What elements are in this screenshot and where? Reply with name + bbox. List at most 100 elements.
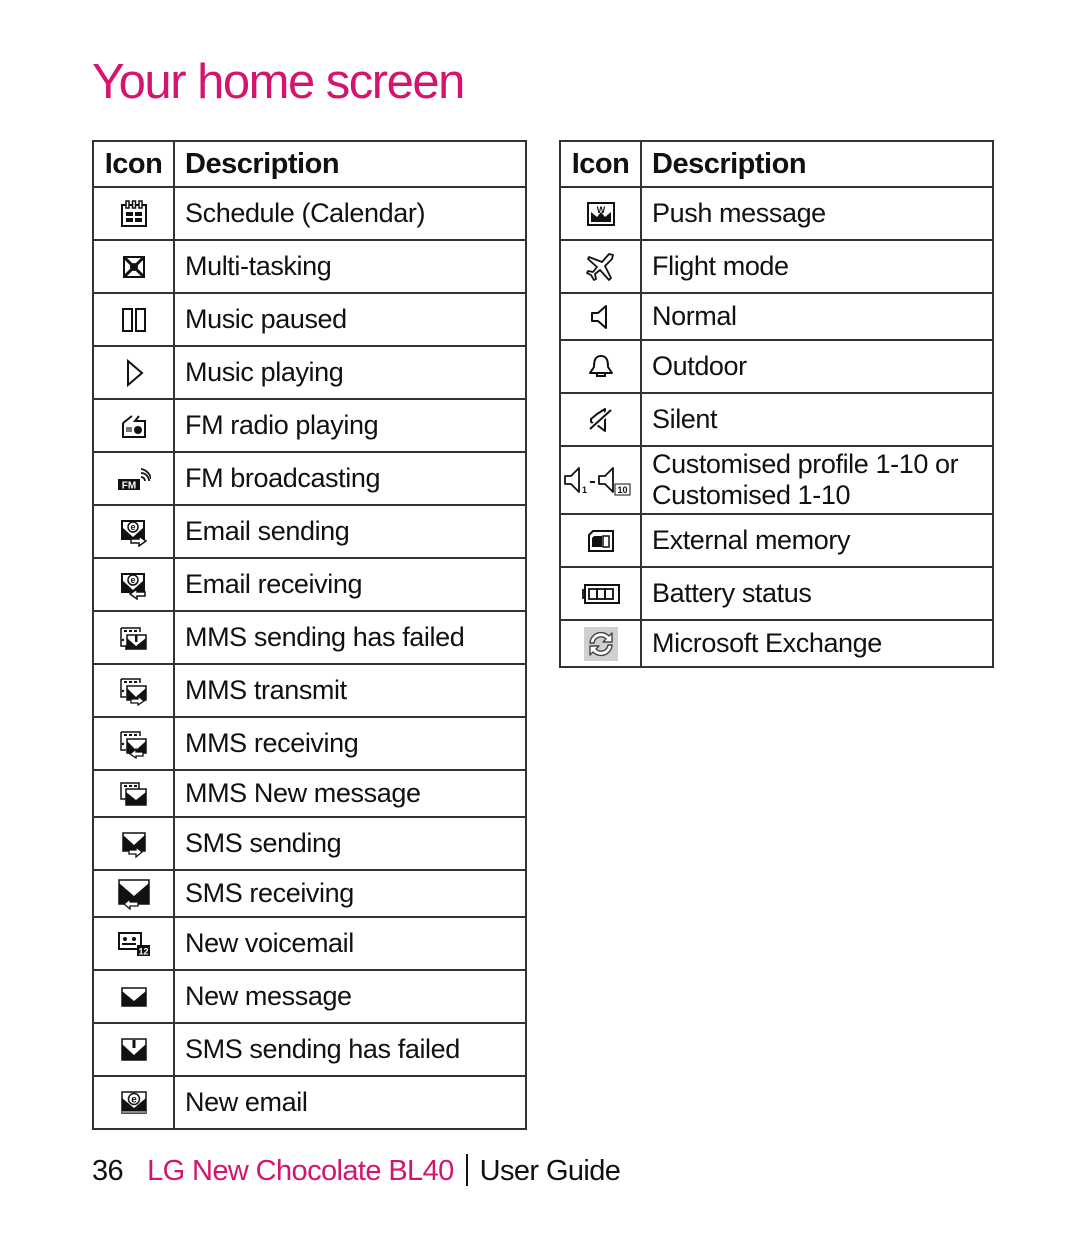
mms-receive-icon: [119, 730, 147, 759]
table-row: MMS sending has failed: [92, 610, 527, 665]
table-row: 12 New voicemail: [92, 916, 527, 971]
row-description: Schedule (Calendar): [173, 186, 527, 241]
row-description: Outdoor: [640, 339, 994, 394]
page-number: 36: [92, 1155, 124, 1187]
speaker-muted-icon: [587, 407, 613, 432]
new-email-icon: e: [120, 1090, 147, 1114]
bell-icon: [588, 354, 613, 377]
radio-icon: [121, 414, 146, 438]
header-description: Description: [640, 140, 994, 188]
table-row: e Email receiving: [92, 557, 527, 612]
footer-separator: [465, 1154, 468, 1186]
sync-icon: [583, 626, 618, 661]
row-description: New message: [173, 969, 527, 1024]
table-row: Battery status: [559, 566, 994, 621]
row-description: Battery status: [640, 566, 994, 621]
table-row: SMS sending has failed: [92, 1022, 527, 1077]
table-row: FM FM broadcasting: [92, 451, 527, 506]
push-message-icon: W: [586, 201, 615, 226]
icon-table-right: Icon Description W Push message Flight m…: [559, 140, 994, 668]
row-description: SMS sending has failed: [173, 1022, 527, 1077]
table-header: Icon Description: [559, 140, 994, 188]
guide-label: User Guide: [479, 1155, 621, 1187]
battery-icon: [581, 583, 620, 604]
svg-text:1: 1: [582, 485, 587, 495]
table-row: External memory: [559, 513, 994, 568]
row-description: Email sending: [173, 504, 527, 559]
row-description: Multi-tasking: [173, 239, 527, 294]
sms-send-icon: [121, 831, 146, 858]
row-description: Push message: [640, 186, 994, 241]
table-row: MMS receiving: [92, 716, 527, 771]
header-description: Description: [173, 140, 527, 188]
row-description: External memory: [640, 513, 994, 568]
row-description: Normal: [640, 292, 994, 341]
table-row: Outdoor: [559, 339, 994, 394]
table-row: Silent: [559, 392, 994, 447]
table-row: Microsoft Exchange: [559, 619, 994, 668]
svg-text:W: W: [596, 205, 605, 215]
table-row: Normal: [559, 292, 994, 341]
mms-transmit-icon: [119, 677, 147, 706]
svg-text:e: e: [130, 575, 135, 585]
row-description: Music paused: [173, 292, 527, 347]
table-header: Icon Description: [92, 140, 527, 188]
svg-text:e: e: [130, 522, 135, 532]
speaker-icon: [590, 304, 607, 329]
row-description: Email receiving: [173, 557, 527, 612]
multitasking-icon: [122, 255, 145, 278]
sms-failed-icon: [120, 1037, 147, 1061]
voicemail-icon: 12: [117, 931, 150, 956]
row-description: SMS sending: [173, 816, 527, 871]
header-icon: Icon: [559, 140, 642, 188]
row-description: FM broadcasting: [173, 451, 527, 506]
svg-text:FM: FM: [121, 480, 135, 491]
table-row: Schedule (Calendar): [92, 186, 527, 241]
page-footer: 36 LG New Chocolate BL40 User Guide: [92, 1154, 621, 1188]
svg-text:10: 10: [617, 485, 627, 495]
row-description: Flight mode: [640, 239, 994, 294]
row-description: MMS transmit: [173, 663, 527, 718]
page-title: Your home screen: [92, 55, 465, 109]
table-row: e New email: [92, 1075, 527, 1130]
row-description: New email: [173, 1075, 527, 1130]
table-row: FM radio playing: [92, 398, 527, 453]
table-row: SMS sending: [92, 816, 527, 871]
product-name: LG New Chocolate BL40: [147, 1155, 454, 1187]
custom-profile-icon: 1 10: [563, 467, 630, 496]
table-row: Multi-tasking: [92, 239, 527, 294]
row-description: Microsoft Exchange: [640, 619, 994, 668]
row-description: Customised profile 1-10 or Customised 1-…: [640, 445, 994, 515]
row-description: SMS receiving: [173, 869, 527, 918]
email-receive-icon: e: [120, 572, 146, 600]
row-description: MMS New message: [173, 769, 527, 818]
new-message-icon: [120, 986, 147, 1007]
table-row: Music playing: [92, 345, 527, 400]
row-description: Music playing: [173, 345, 527, 400]
play-icon: [126, 358, 144, 387]
row-description: MMS receiving: [173, 716, 527, 771]
row-description: FM radio playing: [173, 398, 527, 453]
mms-new-icon: [119, 781, 147, 806]
table-row: SMS receiving: [92, 869, 527, 918]
header-icon: Icon: [92, 140, 175, 188]
airplane-icon: [585, 252, 614, 281]
fm-broadcast-icon: FM: [117, 467, 151, 491]
memory-card-icon: [587, 529, 614, 552]
row-description: MMS sending has failed: [173, 610, 527, 665]
sms-receive-icon: [117, 878, 150, 910]
table-row: Music paused: [92, 292, 527, 347]
table-row: e Email sending: [92, 504, 527, 559]
table-row: 1 10 Customised profile 1-10 or Customis…: [559, 445, 994, 515]
row-description: Silent: [640, 392, 994, 447]
email-send-icon: e: [120, 519, 147, 547]
table-row: Flight mode: [559, 239, 994, 294]
mms-failed-icon: [119, 626, 147, 650]
row-description: New voicemail: [173, 916, 527, 971]
pause-icon: [121, 307, 146, 332]
table-row: New message: [92, 969, 527, 1024]
icon-table-left: Icon Description Schedule (Calendar) Mul…: [92, 140, 527, 1130]
table-row: MMS transmit: [92, 663, 527, 718]
table-row: MMS New message: [92, 769, 527, 818]
table-row: W Push message: [559, 186, 994, 241]
